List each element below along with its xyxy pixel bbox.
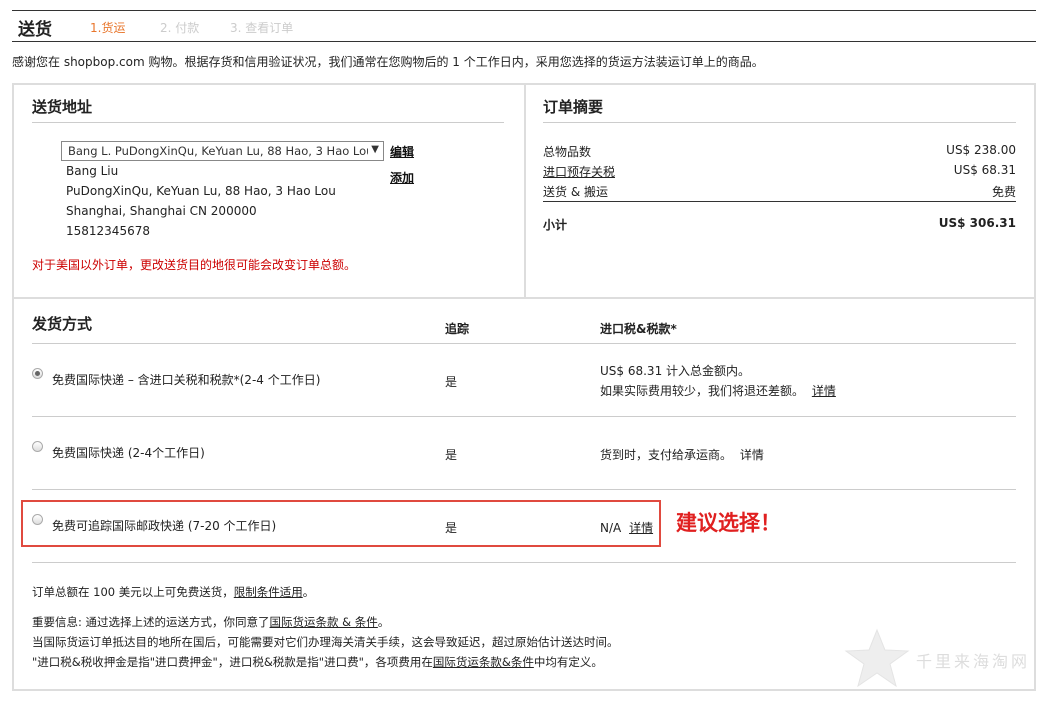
address-city: Shanghai, Shanghai CN 200000 <box>66 204 257 218</box>
option-1-tax-line1: US$ 68.31 计入总金额内。 <box>600 364 751 378</box>
summary-row-items: 总物品数 US$ 238.00 <box>543 143 1016 160</box>
col-tax-header: 进口税&税款* <box>600 322 677 336</box>
summary-duty-value: US$ 68.31 <box>953 163 1016 177</box>
shipping-title: 发货方式 <box>32 315 93 333</box>
definitions-text: "进口税&税收押金是指"进口费押金"，进口税&税款是指"进口费"，各项费用在 <box>32 655 433 669</box>
page-title: 送货 <box>18 20 52 40</box>
subtotal-value: US$ 306.31 <box>938 216 1016 230</box>
option-2-tracking: 是 <box>445 448 458 462</box>
summary-shipping-value: 免费 <box>991 185 1016 199</box>
intro-text: 感谢您在 shopbop.com 购物。根据存货和信用验证状况，我们通常在您购物… <box>12 55 764 69</box>
option-1-tracking: 是 <box>445 375 458 389</box>
address-warning: 对于美国以外订单，更改送货目的地很可能会改变订单总额。 <box>32 258 357 272</box>
summary-duty-link[interactable]: 进口预存关税 <box>543 165 615 179</box>
free-shipping-text: 订单总额在 100 美元以上可免费送货， <box>32 585 234 599</box>
step-shipping: 1.货运 <box>90 21 126 35</box>
edit-address-link[interactable]: 编辑 <box>390 143 414 160</box>
option-3-label[interactable]: 免费可追踪国际邮政快递 (7-20 个工作日) <box>52 517 276 534</box>
summary-row-shipping: 送货 & 搬运 免费 <box>543 183 1016 200</box>
summary-items-label: 总物品数 <box>543 145 592 159</box>
option-3-tax-note: N/A <box>600 521 622 535</box>
col-tracking-header: 追踪 <box>445 322 470 336</box>
option-1-detail-link[interactable]: 详情 <box>812 384 836 398</box>
checkout-header: 送货 1.货运 2. 付款 3. 查看订单 <box>12 11 1036 42</box>
star-watermark-icon <box>844 628 910 688</box>
chevron-down-icon: ▼ <box>368 144 379 155</box>
watermark: 千里来海淘网 <box>842 628 1032 688</box>
option-2-tax: 货到时，支付给承运商。 详情 <box>600 446 764 463</box>
important-note: 重要信息: 通过选择上述的运送方式，你同意了国际货运条款 & 条件。 <box>32 614 389 630</box>
option-2-detail-link[interactable]: 详情 <box>740 448 764 462</box>
option-2-label[interactable]: 免费国际快递 (2-4个工作日) <box>52 444 205 461</box>
free-shipping-note: 订单总额在 100 美元以上可免费送货，限制条件适用。 <box>32 584 314 600</box>
important-text: 重要信息: 通过选择上述的运送方式，你同意了 <box>32 615 270 629</box>
shipping-divider-0 <box>32 343 1016 344</box>
free-shipping-end: 。 <box>302 585 315 599</box>
address-select[interactable]: Bang L. PuDongXinQu, KeYuan Lu, 88 Hao, … <box>61 141 384 161</box>
option-1-tax-line2: 如果实际费用较少，我们将退还差额。 详情 <box>600 382 836 399</box>
definitions-end: 中均有定义。 <box>533 655 603 669</box>
watermark-text: 千里来海淘网 <box>916 652 1031 671</box>
subtotal-label: 小计 <box>543 218 568 232</box>
shipping-divider-2 <box>32 489 1016 490</box>
definitions-note: "进口税&税收押金是指"进口费押金"，进口税&税款是指"进口费"，各项费用在国际… <box>32 654 603 670</box>
summary-total-divider <box>543 201 1016 202</box>
option-3-detail-link[interactable]: 详情 <box>629 521 653 535</box>
option-1-radio[interactable] <box>32 368 43 379</box>
option-1-label[interactable]: 免费国际快递 – 含进口关税和税款*(2-4 个工作日) <box>52 371 320 388</box>
step-review: 3. 查看订单 <box>230 21 294 35</box>
important-end: 。 <box>377 615 390 629</box>
add-address-link[interactable]: 添加 <box>390 169 414 186</box>
shipping-divider-1 <box>32 416 1016 417</box>
address-title: 送货地址 <box>32 98 93 116</box>
address-street: PuDongXinQu, KeYuan Lu, 88 Hao, 3 Hao Lo… <box>66 184 336 198</box>
summary-divider <box>543 122 1016 123</box>
option-3-tax: N/A 详情 <box>600 519 653 536</box>
suggest-annotation: 建议选择！ <box>676 511 781 535</box>
summary-shipping-label: 送货 & 搬运 <box>543 185 608 199</box>
restrictions-link[interactable]: 限制条件适用 <box>234 585 303 599</box>
option-2-radio[interactable] <box>32 441 43 452</box>
shipping-divider-3 <box>32 562 1016 563</box>
address-select-value: Bang L. PuDongXinQu, KeYuan Lu, 88 Hao, … <box>68 144 374 158</box>
option-3-radio[interactable] <box>32 514 43 525</box>
option-2-tax-note: 货到时，支付给承运商。 <box>600 448 733 462</box>
step-payment: 2. 付款 <box>160 21 200 35</box>
summary-row-duty: 进口预存关税 US$ 68.31 <box>543 163 1016 180</box>
summary-title: 订单摘要 <box>543 98 604 116</box>
address-phone: 15812345678 <box>66 224 150 238</box>
summary-row-subtotal: 小计 US$ 306.31 <box>543 216 1016 233</box>
address-divider <box>32 122 504 123</box>
customs-note: 当国际货运订单抵达目的地所在国后，可能需要对它们办理海关清关手续，这会导致延迟，… <box>32 635 619 649</box>
option-3-tracking: 是 <box>445 521 458 535</box>
terms-link[interactable]: 国际货运条款 & 条件 <box>270 615 378 629</box>
summary-items-value: US$ 238.00 <box>946 143 1016 157</box>
terms-link-2[interactable]: 国际货运条款&条件 <box>433 655 534 669</box>
option-1-tax-note: 如果实际费用较少，我们将退还差额。 <box>600 384 805 398</box>
address-name: Bang Liu <box>66 164 119 178</box>
